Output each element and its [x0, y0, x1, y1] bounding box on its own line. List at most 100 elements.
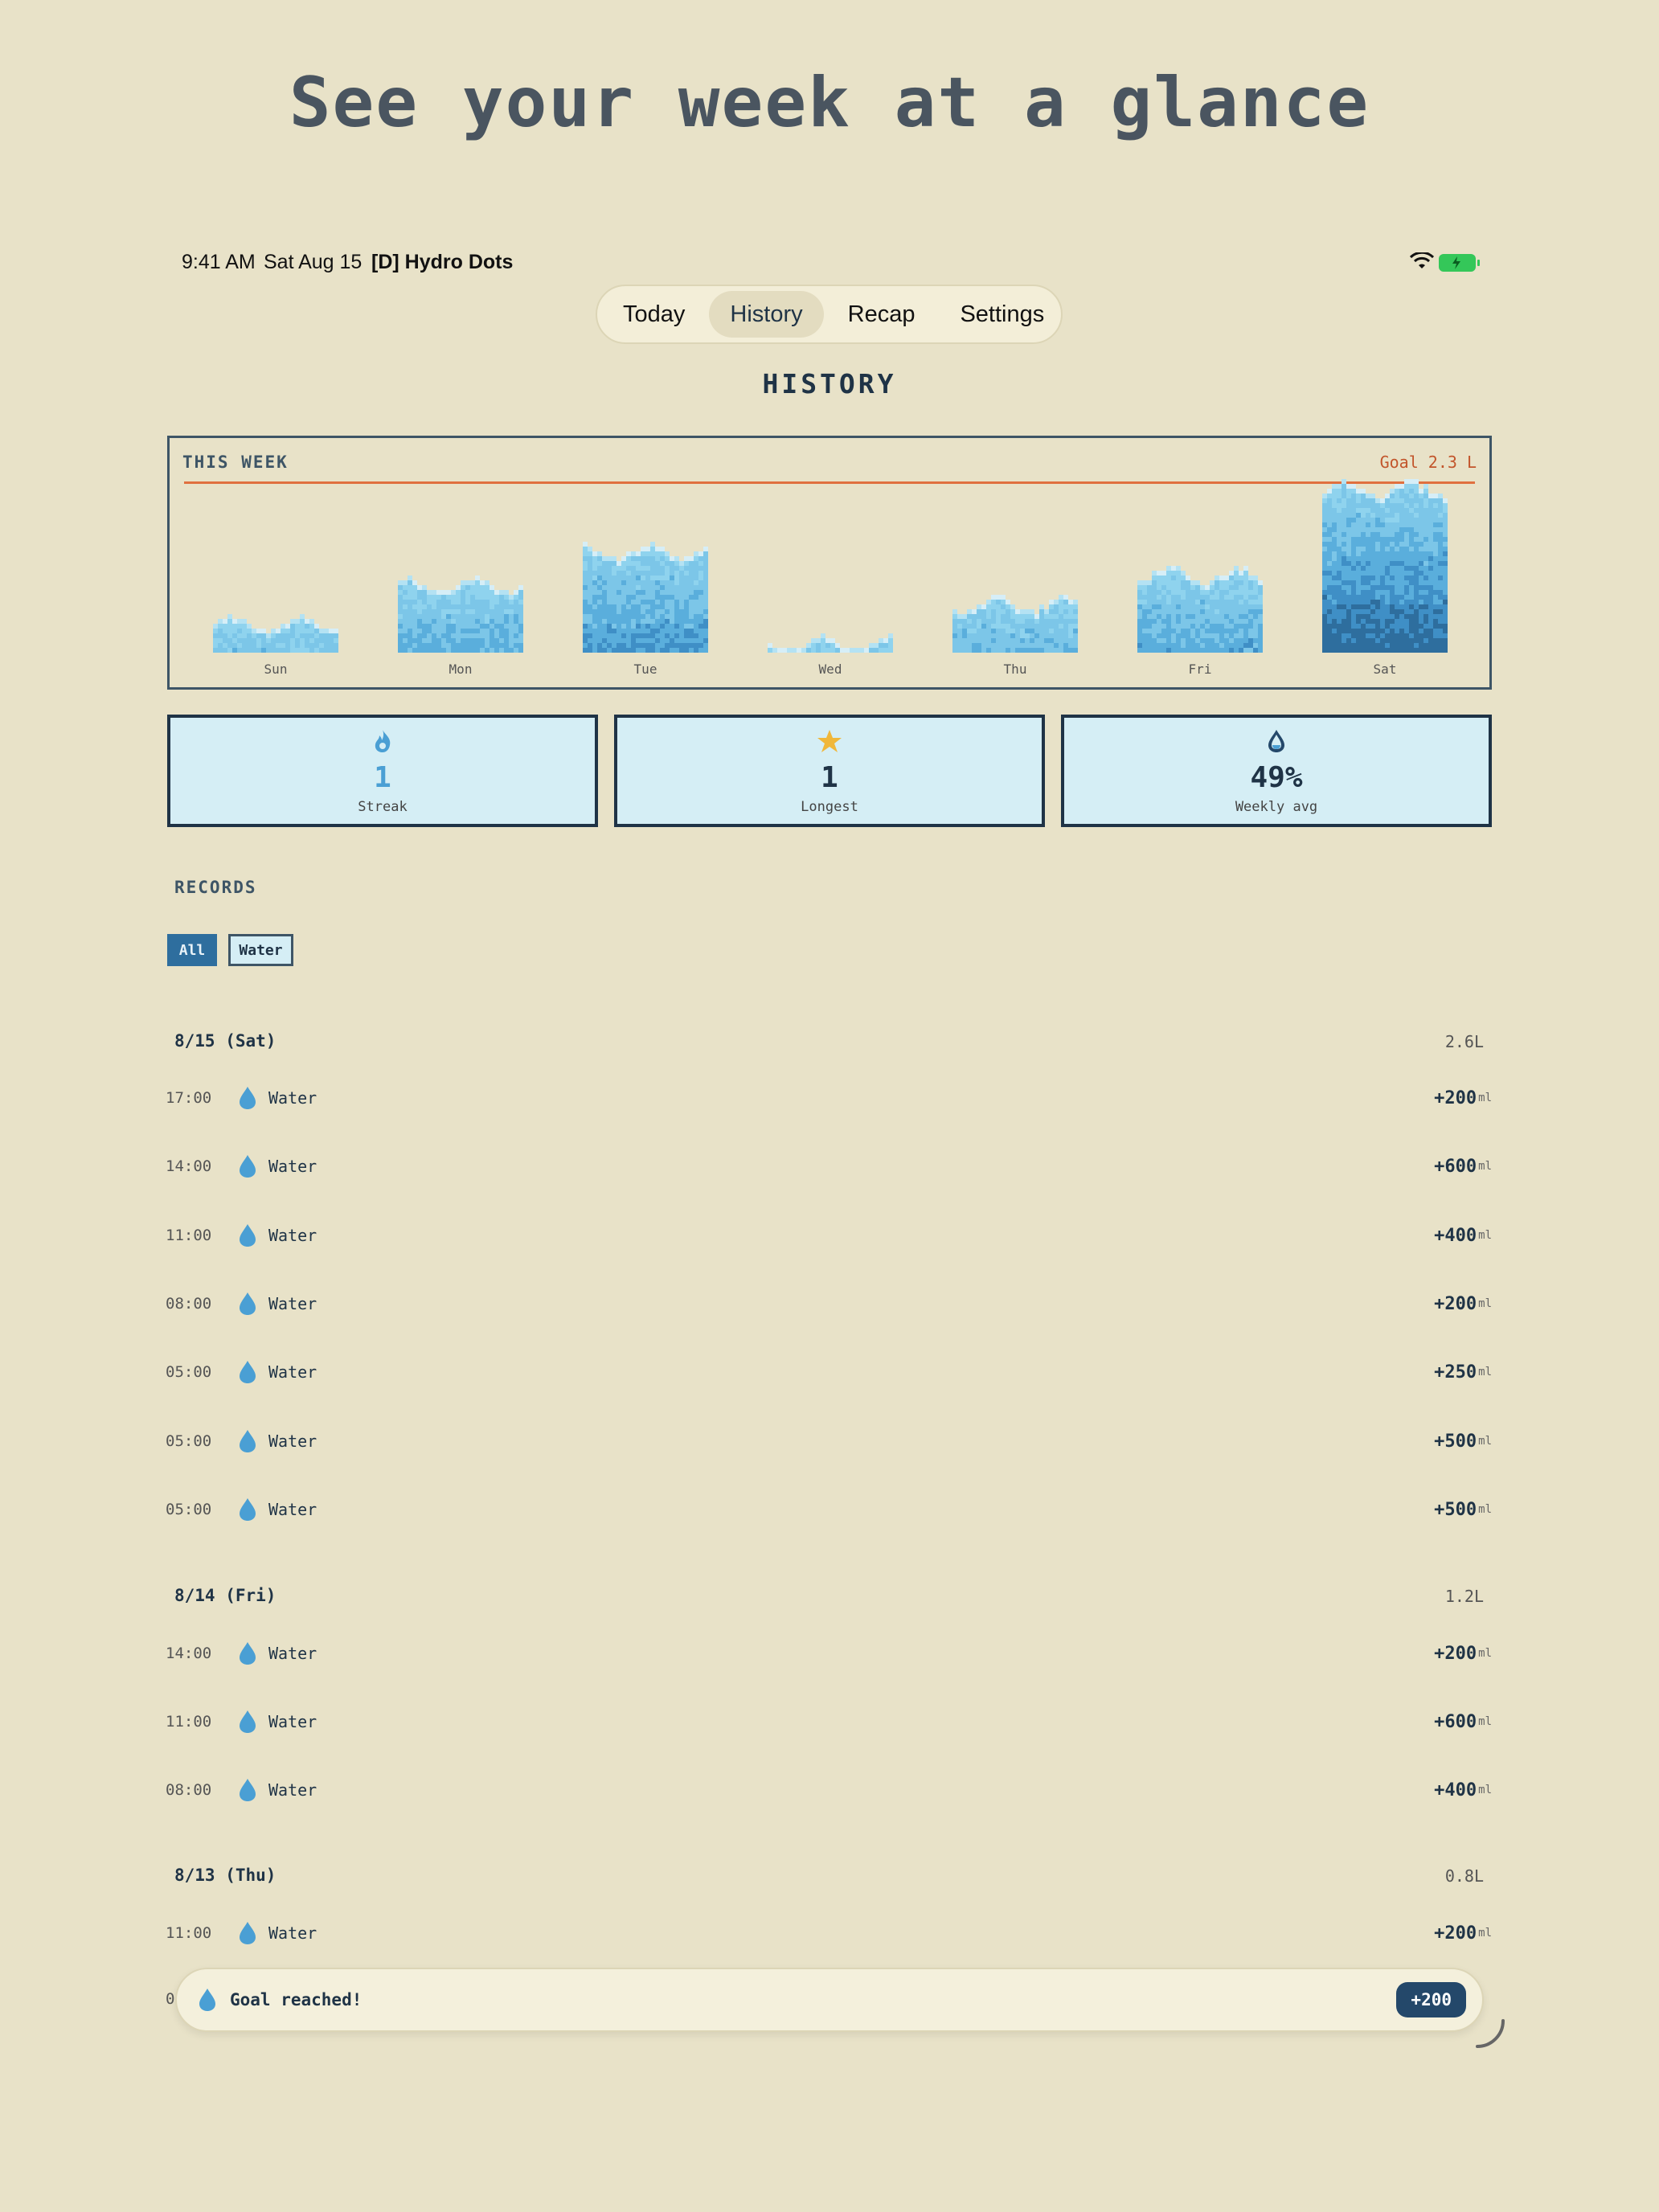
tab-today[interactable]: Today: [602, 291, 706, 338]
record-row[interactable]: 08:00 Water +200 ml: [166, 1288, 1492, 1320]
chart-bar-thu: [952, 595, 1078, 653]
water-drop-icon: [1064, 729, 1489, 755]
record-amount: +600: [1434, 1711, 1477, 1732]
record-amount: +500: [1434, 1499, 1477, 1520]
stat-streak: 1 Streak: [167, 715, 598, 827]
streak-value: 1: [374, 761, 391, 794]
weekly-bar-chart: Sun Mon Tue Wed Thu Fri Sat: [213, 479, 1448, 677]
streak-label: Streak: [358, 799, 408, 815]
water-drop-icon: [240, 1361, 256, 1383]
flame-icon: [170, 729, 595, 755]
record-amount: +500: [1434, 1431, 1477, 1452]
water-drop-icon: [199, 1989, 215, 2011]
record-row[interactable]: 11:00 Water +400 ml: [166, 1219, 1492, 1251]
record-time: 08:00: [166, 1781, 212, 1799]
toast-amount-badge[interactable]: +200: [1396, 1982, 1466, 2017]
record-name: Water: [268, 1432, 317, 1451]
record-unit: ml: [1478, 1229, 1492, 1242]
chart-bar-tue: [583, 542, 708, 653]
water-drop-icon: [240, 1087, 256, 1109]
record-amount: +200: [1434, 1293, 1477, 1314]
record-group-date: 8/13 (Thu): [174, 1866, 276, 1885]
record-row[interactable]: 14:00 Water +600 ml: [166, 1150, 1492, 1182]
record-row[interactable]: 05:00 Water +250 ml: [166, 1356, 1492, 1388]
record-unit: ml: [1478, 1435, 1492, 1448]
record-name: Water: [268, 1294, 317, 1313]
water-drop-icon: [240, 1779, 256, 1801]
record-unit: ml: [1478, 1784, 1492, 1796]
filter-water-button[interactable]: Water: [228, 934, 293, 966]
record-amount: +200: [1434, 1643, 1477, 1664]
chart-bar-wed: [768, 633, 893, 653]
record-group-total: 1.2L: [1444, 1587, 1484, 1606]
longest-value: 1: [821, 761, 838, 794]
tab-recap[interactable]: Recap: [827, 291, 936, 338]
record-time: 05:00: [166, 1501, 212, 1518]
record-row[interactable]: 11:00 Water +600 ml: [166, 1706, 1492, 1738]
record-name: Water: [268, 1500, 317, 1519]
record-unit: ml: [1478, 1503, 1492, 1516]
record-unit: ml: [1478, 1647, 1492, 1660]
water-drop-icon: [240, 1642, 256, 1665]
record-unit: ml: [1478, 1297, 1492, 1310]
record-unit: ml: [1478, 1092, 1492, 1104]
record-time: 05:00: [166, 1363, 212, 1381]
record-name: Water: [268, 1088, 317, 1108]
wifi-icon: [1410, 252, 1434, 268]
record-name: Water: [268, 1226, 317, 1245]
record-row[interactable]: 14:00 Water +200 ml: [166, 1637, 1492, 1669]
status-time: 9:41 AM: [182, 251, 256, 273]
record-name: Water: [268, 1780, 317, 1800]
record-group-total: 2.6L: [1444, 1032, 1484, 1051]
record-row[interactable]: 17:00 Water +200 ml: [166, 1082, 1492, 1114]
filter-all-button[interactable]: All: [167, 934, 217, 966]
star-icon: [617, 729, 1042, 755]
water-drop-icon: [240, 1430, 256, 1452]
stat-longest: 1 Longest: [614, 715, 1045, 827]
record-unit: ml: [1478, 1715, 1492, 1728]
record-time: 17:00: [166, 1089, 212, 1107]
resize-handle-icon[interactable]: [1471, 2016, 1508, 2053]
goal-toast[interactable]: Goal reached! +200: [175, 1968, 1484, 2032]
record-row[interactable]: 05:00 Water +500 ml: [166, 1493, 1492, 1526]
water-drop-icon: [240, 1922, 256, 1944]
record-group-date: 8/14 (Fri): [174, 1586, 276, 1605]
record-unit: ml: [1478, 1366, 1492, 1378]
records-title: RECORDS: [174, 878, 257, 897]
chart-day-label: Sun: [264, 662, 288, 677]
stat-weekly-avg: 49% Weekly avg: [1061, 715, 1492, 827]
chart-bar-fri: [1137, 566, 1263, 653]
status-app-name: [D] Hydro Dots: [371, 251, 514, 273]
record-row[interactable]: 11:00 Water +200 ml: [166, 1917, 1492, 1949]
chart-day-label: Thu: [1004, 662, 1027, 677]
water-drop-icon: [240, 1224, 256, 1247]
chart-day-label: Sat: [1374, 662, 1397, 677]
record-row[interactable]: 08:00 Water +400 ml: [166, 1774, 1492, 1806]
record-unit: ml: [1478, 1927, 1492, 1940]
tab-history[interactable]: History: [709, 291, 824, 338]
weekly-avg-label: Weekly avg: [1235, 799, 1318, 815]
record-time: 08:00: [166, 1295, 212, 1313]
tab-settings[interactable]: Settings: [939, 291, 1065, 338]
record-amount: +200: [1434, 1923, 1477, 1944]
record-amount: +250: [1434, 1362, 1477, 1382]
chart-day-label: Mon: [449, 662, 473, 677]
record-row[interactable]: 05:00 Water +500 ml: [166, 1425, 1492, 1457]
chart-bar-sun: [213, 614, 338, 653]
record-amount: +200: [1434, 1088, 1477, 1108]
record-unit: ml: [1478, 1160, 1492, 1173]
record-time: 11:00: [166, 1713, 212, 1731]
record-group-date: 8/15 (Sat): [174, 1031, 276, 1051]
page-title: HISTORY: [762, 368, 897, 399]
water-drop-icon: [240, 1155, 256, 1178]
record-amount: +600: [1434, 1156, 1477, 1177]
record-amount: +400: [1434, 1780, 1477, 1800]
chart-day-label: Tue: [634, 662, 657, 677]
battery-icon: [1439, 254, 1480, 272]
record-time: 14:00: [166, 1645, 212, 1662]
toast-message: Goal reached!: [230, 1990, 363, 2009]
record-name: Water: [268, 1362, 317, 1382]
record-name: Water: [268, 1923, 317, 1943]
record-group-total: 0.8L: [1444, 1866, 1484, 1886]
record-time: 11:00: [166, 1227, 212, 1244]
